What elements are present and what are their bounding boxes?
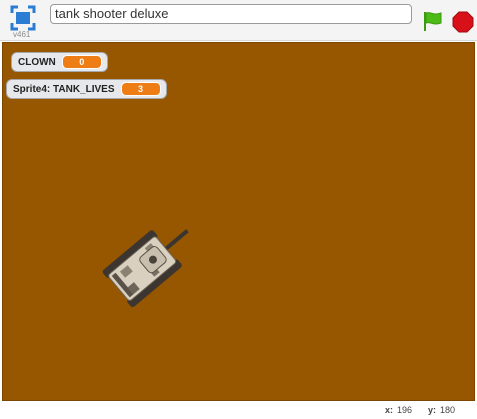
status-bar: x: 196 y: 180 xyxy=(0,401,477,419)
monitor-label: Sprite4: TANK_LIVES xyxy=(13,83,115,95)
monitor-label: CLOWN xyxy=(18,56,56,68)
green-flag-icon xyxy=(424,12,442,31)
version-label: v461 xyxy=(13,30,31,39)
green-flag-button[interactable] xyxy=(421,10,443,32)
monitor-value: 0 xyxy=(61,55,102,69)
fullscreen-icon xyxy=(10,5,36,31)
mouse-y-readout: y: 180 xyxy=(428,405,456,415)
mouse-x-readout: x: 196 xyxy=(385,405,413,415)
player-toolbar: v461 xyxy=(0,0,477,41)
fullscreen-button[interactable] xyxy=(10,5,36,31)
game-stage[interactable]: CLOWN 0 Sprite4: TANK_LIVES 3 xyxy=(2,42,475,401)
stop-button[interactable] xyxy=(452,11,474,33)
stop-icon xyxy=(452,11,474,33)
monitor-value: 3 xyxy=(120,82,161,96)
variable-monitor-tank-lives: Sprite4: TANK_LIVES 3 xyxy=(6,79,167,99)
variable-monitor-clown: CLOWN 0 xyxy=(11,52,108,72)
project-title-input[interactable] xyxy=(50,4,412,24)
tank-icon xyxy=(102,229,189,308)
tank-sprite[interactable] xyxy=(85,208,195,318)
